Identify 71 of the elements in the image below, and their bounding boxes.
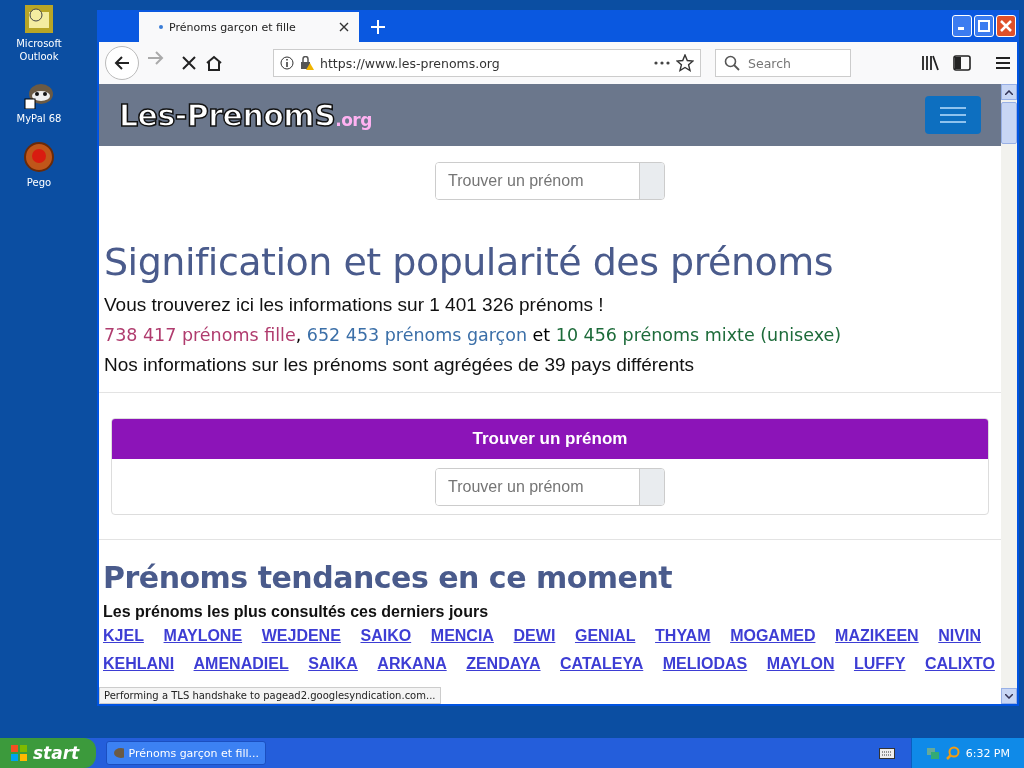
more-dots-icon[interactable]	[654, 61, 670, 65]
name-link[interactable]: MELIODAS	[662, 655, 748, 673]
keyboard-icon[interactable]	[878, 747, 895, 759]
desktop-icon-label[interactable]: MyPal 68	[16, 112, 62, 125]
star-icon[interactable]	[676, 54, 694, 72]
stop-icon[interactable]	[181, 55, 197, 71]
name-link[interactable]: LUFFY	[853, 655, 906, 673]
name-link[interactable]: THYAM	[655, 627, 711, 645]
name-link[interactable]: ARKANA	[377, 655, 447, 673]
section-title: Prénoms tendances en ce moment	[103, 560, 674, 595]
desktop-icon-label[interactable]: Pego	[26, 176, 52, 189]
name-link[interactable]: GENIAL	[574, 627, 636, 645]
maximize-icon	[978, 20, 990, 32]
calendar-clock-icon[interactable]	[24, 4, 54, 34]
site-logo[interactable]: Les-PrenomS.org	[119, 97, 372, 133]
scroll-up-button[interactable]	[1001, 84, 1017, 100]
name-link[interactable]: DEWI	[513, 627, 556, 645]
start-button[interactable]: start	[0, 738, 96, 768]
taskbar-window-button[interactable]: Prénoms garçon et fill...	[106, 741, 266, 765]
desktop-icon-label[interactable]: Microsoft Outlook	[8, 37, 70, 63]
name-link[interactable]: ZENDAYA	[466, 655, 541, 673]
caret-down-icon	[1005, 693, 1013, 699]
menu-button[interactable]	[925, 96, 981, 134]
name-link[interactable]: KJEL	[103, 627, 144, 645]
name-link[interactable]: CATALEYA	[560, 655, 644, 673]
name-link[interactable]: NIVIN	[938, 627, 981, 645]
name-link[interactable]: MAYLON	[766, 655, 835, 673]
close-icon	[1000, 20, 1012, 32]
library-icon[interactable]	[921, 55, 939, 71]
search-field[interactable]: Search	[715, 49, 851, 77]
name-link[interactable]: MAYLONE	[163, 627, 243, 645]
clock: 6:32 PM	[965, 746, 1010, 760]
back-arrow-icon	[114, 55, 130, 71]
name-search-field[interactable]: Trouver un prénom	[435, 468, 665, 506]
ball-icon[interactable]	[23, 141, 55, 173]
countries-text: Nos informations sur les prénoms sont agrégées de 39 pays différents	[104, 354, 696, 376]
name-link[interactable]: MAZIKEEN	[835, 627, 919, 645]
menu-icon	[940, 106, 966, 124]
name-link[interactable]: MOGAMED	[730, 627, 816, 645]
scroll-down-button[interactable]	[1001, 688, 1017, 704]
stats-text: 738 417 prénoms fille, 652 453 prénoms garçon et 10 456 prénoms mixte (unisexe)	[104, 324, 843, 346]
caret-up-icon	[1005, 89, 1013, 95]
name-link[interactable]: WEJDENE	[261, 627, 341, 645]
info-icon[interactable]	[280, 56, 294, 70]
name-link[interactable]: MENCIA	[430, 627, 494, 645]
scrollbar-thumb[interactable]	[1001, 102, 1017, 144]
minimize-button[interactable]	[952, 15, 972, 37]
status-text: Performing a TLS handshake to pagead2.googlesyndication.com...	[99, 687, 441, 704]
search-icon	[724, 55, 740, 71]
menu-icon[interactable]	[995, 56, 1011, 70]
name-link[interactable]: KEHLANI	[103, 655, 175, 673]
intro-text: Vous trouverez ici les informations sur 1 401 326 prénoms !	[104, 294, 605, 316]
maximize-button[interactable]	[974, 15, 994, 37]
sidebar-icon[interactable]	[953, 55, 971, 71]
section-subtitle: Les prénoms les plus consultés ces derniers jours	[103, 603, 490, 621]
close-icon[interactable]	[339, 22, 349, 32]
flag-icon	[10, 744, 28, 762]
warning-lock-icon[interactable]	[300, 56, 314, 70]
card-header: Trouver un prénom	[112, 419, 988, 459]
search-input[interactable]: Search	[746, 54, 840, 72]
name-link[interactable]: AMENADIEL	[193, 655, 289, 673]
name-link[interactable]: SAIKO	[360, 627, 412, 645]
name-link[interactable]: CALIXTO	[924, 655, 995, 673]
name-link[interactable]: SAIKA	[308, 655, 358, 673]
address-bar[interactable]: https://www.les-prenoms.org	[273, 49, 701, 77]
name-search-field[interactable]: Trouver un prénom	[435, 162, 665, 200]
close-button[interactable]	[996, 15, 1016, 37]
back-button[interactable]	[105, 46, 139, 80]
browser-tab[interactable]: Prénoms garçon et fille	[139, 12, 359, 42]
home-icon[interactable]	[205, 55, 223, 71]
page-title: Signification et popularité des prénoms	[104, 240, 835, 284]
